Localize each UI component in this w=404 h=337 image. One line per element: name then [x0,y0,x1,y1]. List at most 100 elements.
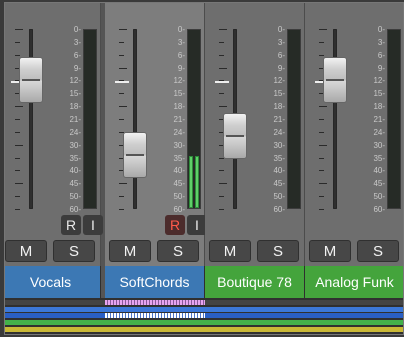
fader-track[interactable] [333,29,337,209]
db-label: 3- [377,37,385,47]
mute-button[interactable]: M [209,240,251,262]
level-meter [83,29,97,209]
channel-name-label[interactable]: Boutique 78 [205,266,305,298]
scale-tick [219,209,224,210]
db-label: 3- [177,37,185,47]
scale-tick [219,170,224,172]
mute-button[interactable]: M [309,240,351,262]
db-scale-labels: 0- 3- 6- 9- 12- 15- 18- 21- 24- 30- 35- 40- 45- 50- 60… [61,24,81,214]
db-scale-labels: 0- 3- 6- 9- 12- 15- 18- 21- 24- 30- 35- 40- 45- 50- 60… [165,24,185,214]
scale-tick [319,196,324,198]
db-label: 35- [273,153,285,163]
db-label: 35- [173,153,185,163]
scale-tick [219,29,227,30]
db-label: 18- [273,102,285,112]
channel-name-label[interactable]: Vocals [5,266,101,298]
record-enable-button[interactable]: R [165,215,185,235]
record-enable-button[interactable]: R [61,215,81,235]
level-meter [287,29,301,209]
db-label: 30- [69,140,81,150]
lane-blue[interactable] [5,307,403,312]
db-label: 24- [69,127,81,137]
scale-tick [219,196,224,198]
solo-button[interactable]: S [257,240,299,262]
db-label: 24- [273,127,285,137]
db-label: 45- [373,179,385,189]
db-label: 21- [273,115,285,124]
mute-button[interactable]: M [109,240,151,262]
scale-tick [15,106,23,108]
db-label: 12- [373,76,385,86]
db-label: 15- [69,89,81,99]
db-label: 40- [273,166,285,176]
db-label: 6- [377,50,385,60]
fader-knob[interactable] [323,57,347,104]
unity-gain-mark [215,81,229,83]
db-label: 9- [277,63,285,73]
db-label: 15- [273,89,285,99]
scale-tick [15,29,23,30]
db-label: 12- [273,76,285,86]
channel-name-label[interactable]: SoftChords [105,266,205,298]
db-label: 24- [173,127,185,137]
scale-tick [319,209,324,210]
db-label: 15- [373,89,385,99]
selected-region-pattern[interactable] [105,300,205,305]
db-label: 60- [373,205,385,214]
db-label: 0- [73,25,81,34]
lane-green[interactable] [5,320,403,325]
channel-strip-1: 0- 3- 6- 9- 12- 15- 18- 21- 24- 30- 35- 40- 45- 50- 60… [5,3,103,266]
input-monitor-button[interactable]: I [83,215,103,235]
mute-button[interactable]: M [5,240,47,262]
scale-tick [319,41,324,43]
channel-strip-2: 0- 3- 6- 9- 12- 15- 18- 21- 24- 30- 35- 40- 45- 50- 60… [105,3,207,266]
scale-tick [219,54,224,56]
scale-tick [15,209,20,210]
db-label: 50- [69,192,81,202]
db-label: 0- [177,25,185,34]
db-label: 9- [177,63,185,73]
fader-knob[interactable] [19,57,43,104]
scale-tick [219,67,227,69]
scale-tick [319,144,327,146]
db-label: 3- [73,37,81,47]
lane-yellow[interactable] [5,327,403,332]
scale-tick [119,183,127,185]
scale-tick [219,41,224,43]
fader-knob[interactable] [223,113,247,160]
scale-tick [15,144,23,146]
db-label: 3- [277,37,285,47]
db-label: 30- [173,140,185,150]
selected-region-pattern[interactable] [105,313,205,318]
db-label: 18- [173,102,185,112]
db-label: 12- [173,76,185,86]
scale-tick [319,157,324,159]
scale-tick [15,131,20,133]
scale-tick [319,183,327,185]
fader-knob[interactable] [123,132,147,178]
scale-tick [15,54,20,56]
scale-tick [319,29,327,30]
channel-strip-3: 0- 3- 6- 9- 12- 15- 18- 21- 24- 30- 35- 40- 45- 50- 60… [205,3,305,266]
db-label: 9- [73,63,81,73]
fader-track[interactable] [133,29,137,209]
scale-tick [15,119,20,120]
db-label: 40- [69,166,81,176]
fader-scale [319,29,331,210]
channel-name-label[interactable]: Analog Funk [305,266,403,298]
fader-track[interactable] [29,29,33,209]
db-label: 24- [373,127,385,137]
solo-button[interactable]: S [357,240,399,262]
solo-button[interactable]: S [157,240,199,262]
db-label: 45- [69,179,81,189]
fader-scale [119,29,131,210]
scale-tick [319,170,324,172]
db-label: 45- [173,179,185,189]
unity-gain-mark [115,81,129,83]
solo-button[interactable]: S [53,240,95,262]
scale-tick [119,196,124,198]
db-label: 6- [177,50,185,60]
scale-tick [15,196,20,198]
input-monitor-button[interactable]: I [187,215,207,235]
fader-scale [15,29,27,210]
